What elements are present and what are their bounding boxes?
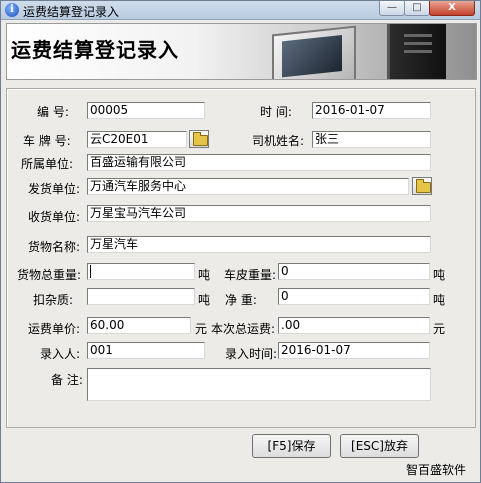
minimize-button[interactable]: — xyxy=(379,1,405,16)
entry-time-field[interactable]: 2016-01-07 xyxy=(278,342,430,359)
entered-by-label: 录入人: xyxy=(40,347,81,361)
impurity-label: 扣杂质: xyxy=(33,293,74,307)
close-button[interactable]: X xyxy=(429,1,475,16)
folder-icon xyxy=(416,179,431,193)
company-label: 所属单位: xyxy=(21,157,74,171)
total-freight-field[interactable]: .00 xyxy=(278,317,430,334)
shipper-field[interactable]: 万通汽车服务中心 xyxy=(87,178,409,195)
plate-number-label: 车 牌 号: xyxy=(23,134,71,148)
plate-browse-button[interactable] xyxy=(189,130,209,148)
entered-by-field[interactable]: 001 xyxy=(87,342,205,359)
goods-name-label: 货物名称: xyxy=(28,240,81,254)
impurity-unit: 吨 xyxy=(198,293,211,307)
unit-price-label: 运费单价: xyxy=(28,322,81,336)
text-caret xyxy=(90,265,91,278)
banner-title: 运费结算登记录入 xyxy=(11,38,179,62)
time-field[interactable]: 2016-01-07 xyxy=(312,102,431,119)
consignee-label: 收货单位: xyxy=(28,210,81,224)
gross-weight-label: 货物总重量: xyxy=(17,268,82,282)
gross-weight-unit: 吨 xyxy=(198,268,211,282)
shipper-label: 发货单位: xyxy=(28,182,81,196)
abandon-button[interactable]: [ESC]放弃 xyxy=(340,434,419,458)
unit-price-field[interactable]: 60.00 xyxy=(87,317,191,334)
company-field[interactable]: 百盛运输有限公司 xyxy=(87,154,431,171)
computer-tower-illustration xyxy=(387,24,446,79)
entry-time-label: 录入时间: xyxy=(225,347,278,361)
impurity-field[interactable] xyxy=(87,288,195,305)
brand-footer: 智百盛软件 xyxy=(406,463,467,477)
plate-number-field[interactable]: 云C20E01 xyxy=(87,131,187,148)
total-freight-unit: 元 xyxy=(433,322,446,336)
id-label: 编 号: xyxy=(37,105,69,119)
driver-name-field[interactable]: 张三 xyxy=(312,131,431,148)
window-title: 运费结算登记录入 xyxy=(23,5,120,19)
goods-name-field[interactable]: 万星汽车 xyxy=(87,236,431,253)
unit-price-unit: 元 xyxy=(195,322,208,336)
folder-icon xyxy=(193,132,208,146)
tare-weight-unit: 吨 xyxy=(433,268,446,282)
tare-weight-label: 车皮重量: xyxy=(224,268,277,282)
header-banner: 运费结算登记录入 xyxy=(6,23,477,80)
consignee-field[interactable]: 万星宝马汽车公司 xyxy=(87,205,431,222)
info-icon: i xyxy=(5,3,19,17)
shipper-browse-button[interactable] xyxy=(412,177,432,195)
save-button[interactable]: [F5]保存 xyxy=(252,434,331,458)
net-weight-unit: 吨 xyxy=(433,293,446,307)
maximize-button[interactable]: □ xyxy=(404,1,430,16)
monitor-illustration xyxy=(272,25,356,79)
time-label: 时 间: xyxy=(260,105,292,119)
remarks-field[interactable] xyxy=(87,368,431,401)
main-window: i 运费结算登记录入 — □ X 运费结算登记录入 编 号: 00005 时 间… xyxy=(0,0,481,483)
net-weight-field[interactable]: 0 xyxy=(278,288,430,305)
gross-weight-field[interactable] xyxy=(87,263,195,280)
driver-name-label: 司机姓名: xyxy=(252,134,305,148)
remarks-label: 备 注: xyxy=(51,373,83,387)
net-weight-label: 净 重: xyxy=(225,293,257,307)
tare-weight-field[interactable]: 0 xyxy=(278,263,430,280)
id-field[interactable]: 00005 xyxy=(87,102,205,119)
title-bar: i 运费结算登记录入 — □ X xyxy=(1,1,480,20)
total-freight-label: 本次总运费: xyxy=(211,322,276,336)
